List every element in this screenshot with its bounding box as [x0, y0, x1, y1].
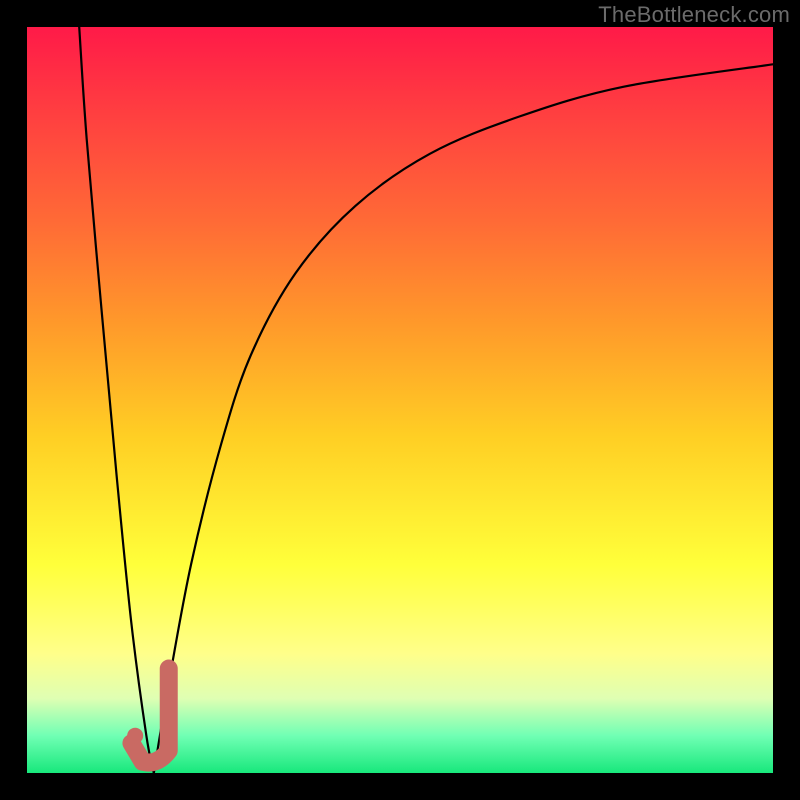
chart-svg	[27, 27, 773, 773]
j-marker-dot	[127, 728, 143, 744]
curve-left-branch	[79, 27, 154, 773]
j-marker-hook	[131, 669, 168, 763]
watermark-text: TheBottleneck.com	[598, 2, 790, 28]
curve-right-branch	[154, 64, 773, 773]
plot-area	[27, 27, 773, 773]
chart-frame: TheBottleneck.com	[0, 0, 800, 800]
